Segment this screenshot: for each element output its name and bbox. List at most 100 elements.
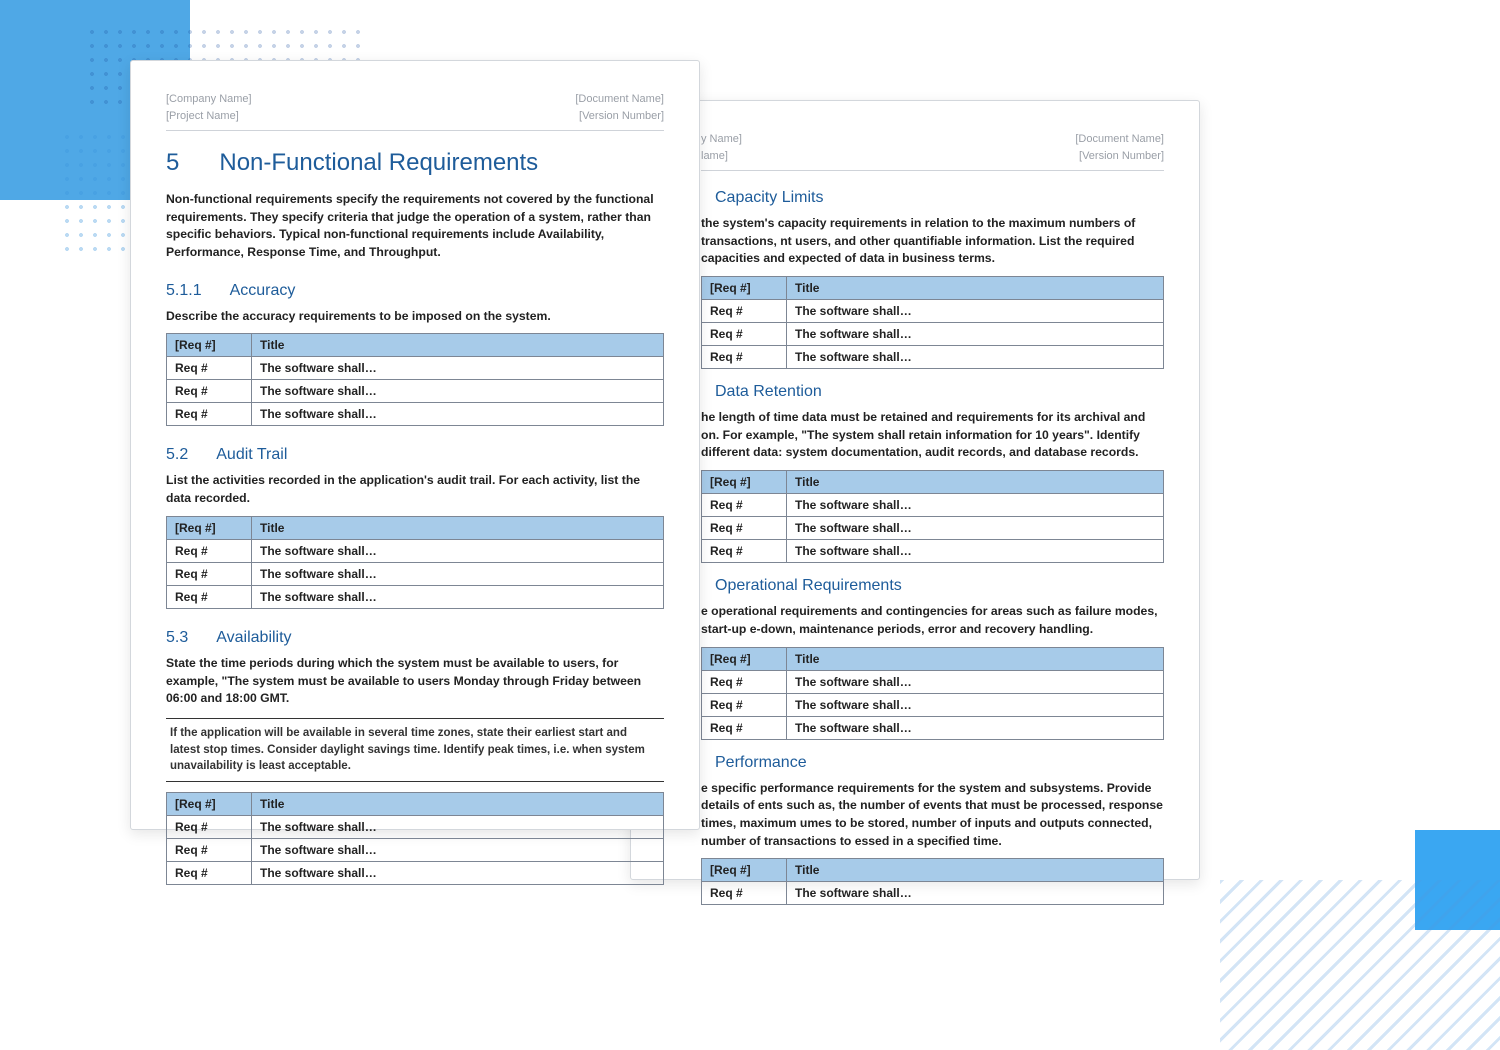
header-project: [Project Name] [166, 108, 252, 125]
table-row: Req #The software shall… [702, 882, 1164, 905]
header-document: [Document Name] [575, 91, 664, 108]
col-header-req: [Req #] [167, 792, 252, 815]
table-row: Req #The software shall… [167, 838, 664, 861]
cell-req-title: The software shall… [787, 670, 1164, 693]
section-heading: Operational Requirements [715, 577, 1164, 595]
col-header-title: Title [787, 471, 1164, 494]
table-header-row: [Req #]Title [702, 277, 1164, 300]
cell-req-title: The software shall… [252, 838, 664, 861]
cell-req-id: Req # [702, 346, 787, 369]
table-header-row: [Req #]Title [702, 471, 1164, 494]
cell-req-id: Req # [702, 517, 787, 540]
table-row: Req #The software shall… [702, 323, 1164, 346]
requirements-table: [Req #]TitleReq #The software shall…Req … [166, 516, 664, 609]
table-row: Req #The software shall… [167, 539, 664, 562]
page-header: y Name] lame] [Document Name] [Version N… [701, 131, 1164, 171]
table-row: Req #The software shall… [167, 380, 664, 403]
cell-req-title: The software shall… [787, 882, 1164, 905]
section-heading: Capacity Limits [715, 189, 1164, 207]
section-title: Accuracy [230, 282, 296, 300]
chapter-heading: 5 Non-Functional Requirements [166, 149, 664, 177]
cell-req-id: Req # [167, 539, 252, 562]
table-row: Req #The software shall… [167, 403, 664, 426]
col-header-title: Title [252, 792, 664, 815]
col-header-req: [Req #] [167, 516, 252, 539]
section-heading: 5.2Audit Trail [166, 446, 664, 464]
cell-req-id: Req # [167, 861, 252, 884]
header-company: y Name] [701, 131, 742, 148]
section-number: 5.1.1 [166, 282, 202, 300]
cell-req-id: Req # [702, 300, 787, 323]
section-body: he length of time data must be retained … [701, 409, 1164, 462]
requirements-table: [Req #]TitleReq #The software shall…Req … [166, 333, 664, 426]
table-row: Req #The software shall… [702, 540, 1164, 563]
table-header-row: [Req #]Title [702, 859, 1164, 882]
section-body: List the activities recorded in the appl… [166, 472, 664, 507]
table-row: Req #The software shall… [167, 861, 664, 884]
section-body: the system's capacity requirements in re… [701, 215, 1164, 268]
cell-req-id: Req # [702, 716, 787, 739]
cell-req-title: The software shall… [252, 403, 664, 426]
cell-req-title: The software shall… [252, 585, 664, 608]
header-project: lame] [701, 148, 742, 165]
cell-req-id: Req # [167, 403, 252, 426]
document-page-2: y Name] lame] [Document Name] [Version N… [630, 100, 1200, 880]
cell-req-title: The software shall… [787, 540, 1164, 563]
table-header-row: [Req #]Title [702, 647, 1164, 670]
table-row: Req #The software shall… [167, 562, 664, 585]
cell-req-id: Req # [167, 562, 252, 585]
cell-req-title: The software shall… [787, 346, 1164, 369]
cell-req-id: Req # [702, 693, 787, 716]
table-header-row: [Req #]Title [167, 516, 664, 539]
table-header-row: [Req #]Title [167, 792, 664, 815]
cell-req-id: Req # [702, 882, 787, 905]
col-header-req: [Req #] [702, 277, 787, 300]
cell-req-id: Req # [167, 357, 252, 380]
section-note: If the application will be available in … [166, 718, 664, 782]
col-header-title: Title [787, 277, 1164, 300]
table-row: Req #The software shall… [702, 693, 1164, 716]
cell-req-id: Req # [702, 494, 787, 517]
header-version: [Version Number] [575, 108, 664, 125]
requirements-table: [Req #]TitleReq #The software shall…Req … [701, 276, 1164, 369]
requirements-table: [Req #]TitleReq #The software shall…Req … [166, 792, 664, 885]
cell-req-title: The software shall… [787, 323, 1164, 346]
cell-req-title: The software shall… [787, 693, 1164, 716]
cell-req-title: The software shall… [252, 357, 664, 380]
table-row: Req #The software shall… [702, 346, 1164, 369]
section-body: Describe the accuracy requirements to be… [166, 308, 664, 326]
cell-req-title: The software shall… [787, 716, 1164, 739]
table-row: Req #The software shall… [702, 300, 1164, 323]
section-body: e operational requirements and contingen… [701, 603, 1164, 638]
section-number: 5.3 [166, 629, 188, 647]
chapter-number: 5 [166, 149, 179, 177]
table-row: Req #The software shall… [167, 815, 664, 838]
header-document: [Document Name] [1075, 131, 1164, 148]
requirements-table: [Req #]TitleReq #The software shall…Req … [701, 470, 1164, 563]
cell-req-title: The software shall… [252, 380, 664, 403]
table-row: Req #The software shall… [702, 517, 1164, 540]
table-row: Req #The software shall… [702, 716, 1164, 739]
section-heading: 5.3 Availability [166, 629, 664, 647]
section-heading: Performance [715, 754, 1164, 772]
cell-req-title: The software shall… [252, 539, 664, 562]
cell-req-id: Req # [702, 540, 787, 563]
cell-req-title: The software shall… [252, 562, 664, 585]
header-company: [Company Name] [166, 91, 252, 108]
cell-req-id: Req # [702, 323, 787, 346]
cell-req-title: The software shall… [787, 300, 1164, 323]
section-heading: Data Retention [715, 383, 1164, 401]
cell-req-title: The software shall… [252, 815, 664, 838]
bg-decoration-stripes [1220, 880, 1500, 1050]
table-row: Req #The software shall… [702, 494, 1164, 517]
cell-req-id: Req # [702, 670, 787, 693]
section-heading: 5.1.1 Accuracy [166, 282, 664, 300]
section-number: 5.2 [166, 446, 188, 464]
table-row: Req #The software shall… [702, 670, 1164, 693]
chapter-intro: Non-functional requirements specify the … [166, 191, 664, 262]
col-header-req: [Req #] [702, 859, 787, 882]
section-title: Availability [216, 629, 291, 647]
requirements-table: [Req #]TitleReq #The software shall…Req … [701, 647, 1164, 740]
cell-req-title: The software shall… [252, 861, 664, 884]
page-header: [Company Name] [Project Name] [Document … [166, 91, 664, 131]
